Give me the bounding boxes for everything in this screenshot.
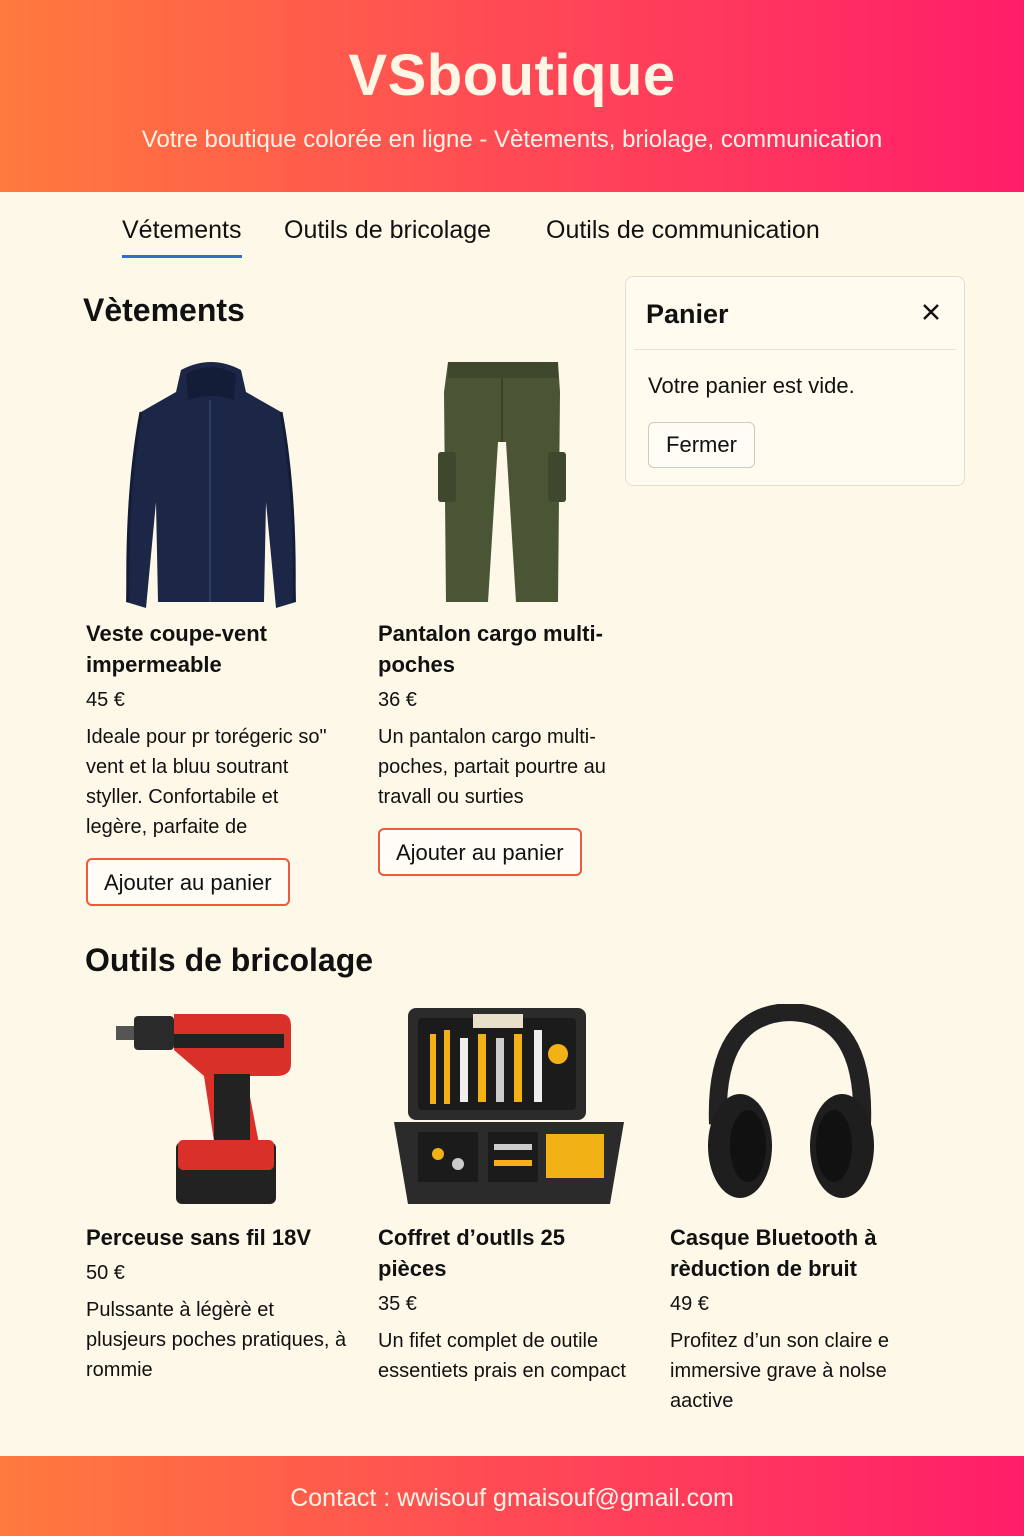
toolbox-image[interactable]	[378, 1004, 640, 1214]
site-footer: Contact : wwisouf gmaisouf@gmail.com	[0, 1456, 1024, 1536]
product-name[interactable]: Casque Bluetooth à rèduction de bruit	[670, 1222, 930, 1284]
cart-empty-message: Votre panier est vide.	[648, 373, 855, 398]
section-title-outils-bricolage: Outils de bricolage	[85, 942, 374, 978]
headphones-image[interactable]	[670, 1004, 920, 1214]
add-to-cart-button[interactable]: Ajouter au panier	[378, 828, 582, 876]
product-price: 36 €	[378, 689, 417, 711]
tab-vetements[interactable]: Vétements	[122, 216, 242, 258]
product-price: 49 €	[670, 1293, 709, 1315]
contact-info[interactable]: Contact : wwisouf gmaisouf@gmail.com	[290, 1484, 734, 1512]
cart-panel: Panier Votre panier est vide. Fermer	[625, 276, 965, 486]
product-name[interactable]: Perceuse sans fil 18V	[86, 1222, 356, 1253]
drill-image[interactable]	[86, 1004, 336, 1214]
close-cart-button[interactable]: Fermer	[648, 422, 755, 468]
cart-divider	[634, 349, 956, 350]
cart-title: Panier	[646, 299, 729, 329]
product-price: 45 €	[86, 689, 125, 711]
product-name[interactable]: Veste coupe-vent impermeable	[86, 618, 336, 680]
close-icon[interactable]	[916, 297, 946, 327]
product-price: 50 €	[86, 1262, 125, 1284]
brand-tagline: Votre boutique colorée en ligne - Vèteme…	[141, 126, 883, 153]
product-name[interactable]: Coffret d’outlls 25 pièces	[378, 1222, 628, 1284]
product-description: Profitez d’un son claire e immersive gra…	[670, 1330, 890, 1412]
section-title-vetements: Vètements	[83, 292, 245, 328]
product-name[interactable]: Pantalon cargo multi-poches	[378, 618, 628, 680]
product-description: Un fifet complet de outile essentiets pr…	[378, 1330, 626, 1382]
add-to-cart-button[interactable]: Ajouter au panier	[86, 858, 290, 906]
cargo-pants-image[interactable]	[378, 352, 628, 612]
product-description: Pulssante à légèrè et plusjeurs poches p…	[86, 1299, 347, 1381]
brand-title[interactable]: VSboutique	[0, 42, 1024, 109]
product-description: Un pantalon cargo multi-poches, partait …	[378, 726, 606, 808]
jacket-image[interactable]	[86, 352, 336, 612]
product-price: 35 €	[378, 1293, 417, 1315]
product-description: Ideale pour pr torégeric so" vent et la …	[86, 726, 327, 838]
tab-outils-communication[interactable]: Outils de communication	[546, 216, 820, 255]
tab-outils-bricolage[interactable]: Outils de bricolage	[284, 216, 491, 255]
category-nav: Vétements Outils de bricolage Outils de …	[0, 216, 1024, 266]
site-header: VSboutique Votre boutique colorée en lig…	[0, 0, 1024, 192]
